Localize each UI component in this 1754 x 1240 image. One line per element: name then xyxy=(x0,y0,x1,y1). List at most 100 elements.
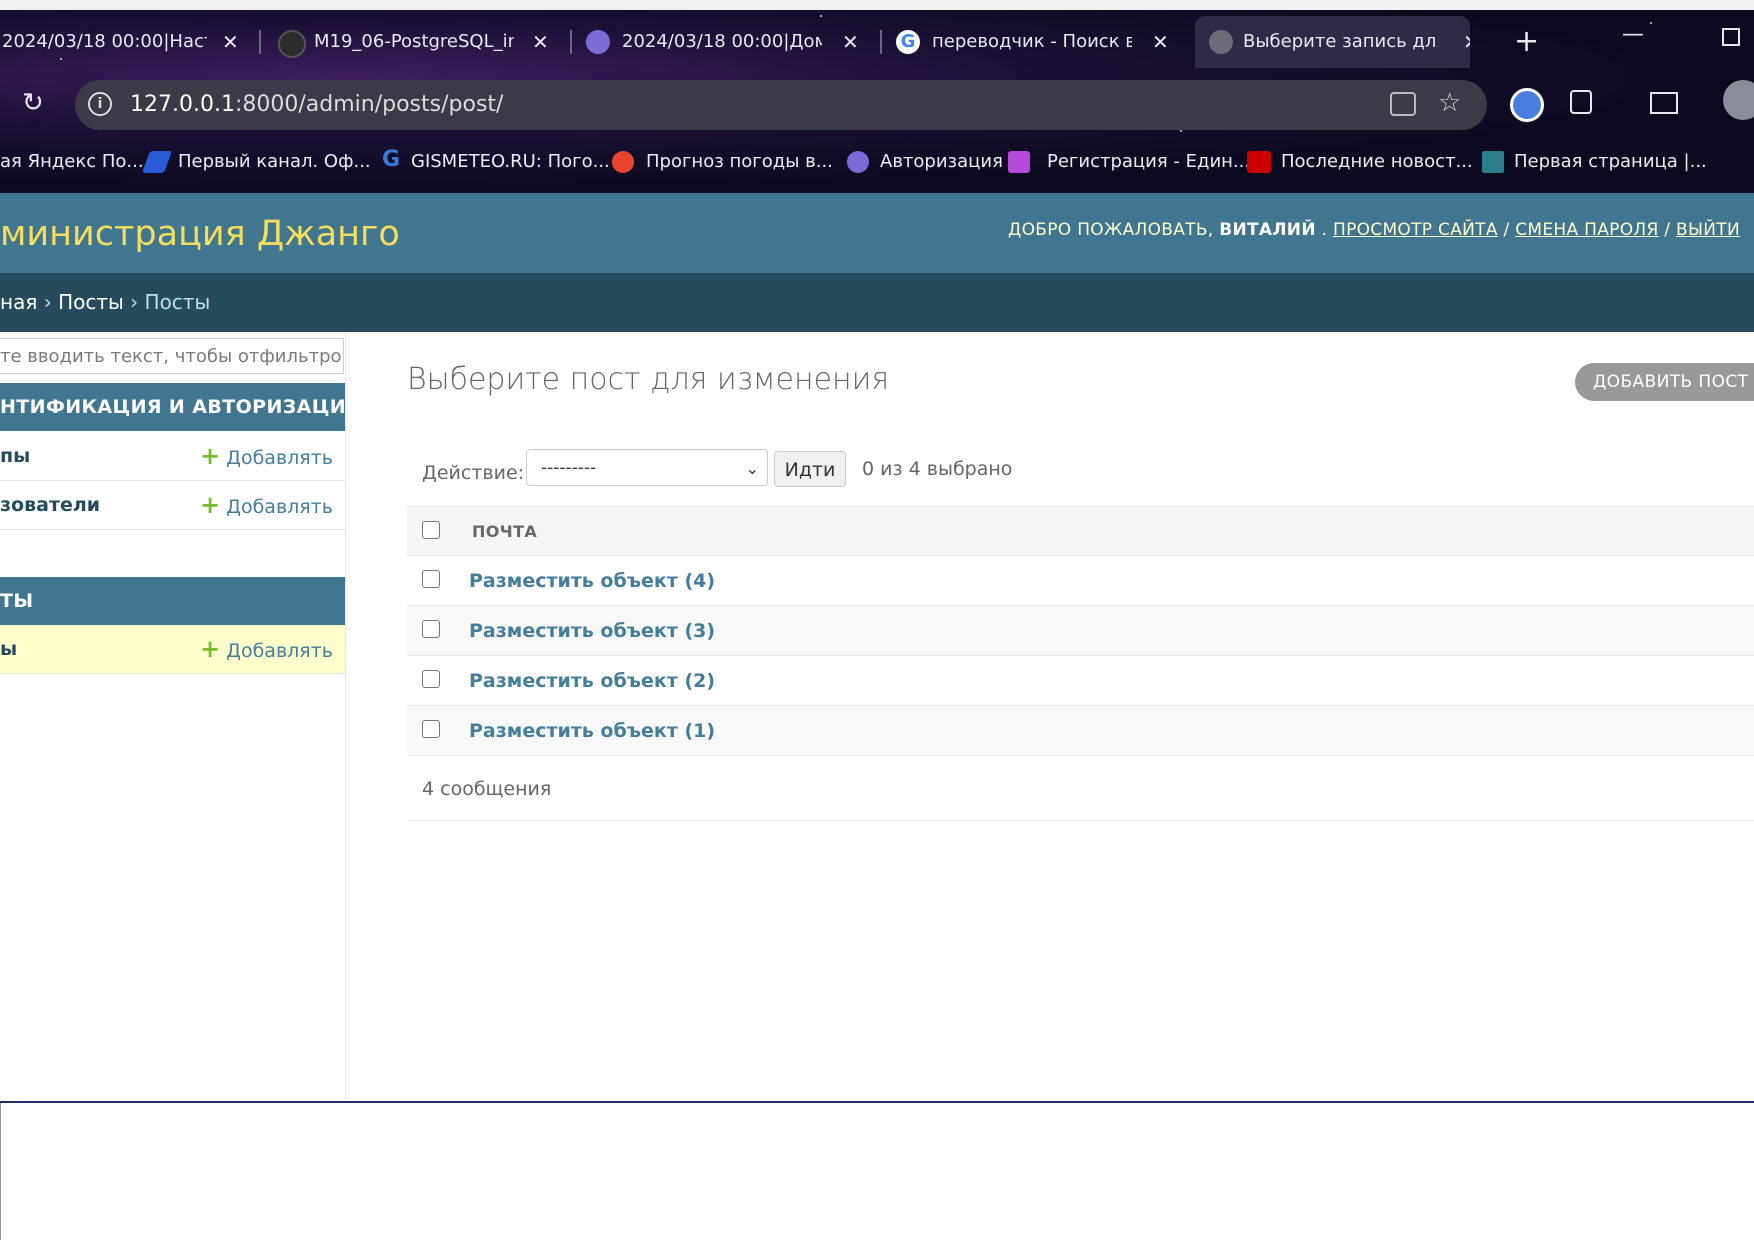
breadcrumb xyxy=(0,273,1754,332)
close-icon[interactable]: ✕ xyxy=(1463,20,1470,64)
add-post-button[interactable]: ДОБАВИТЬ ПОСТ + xyxy=(1575,363,1754,401)
module-caption-posts[interactable]: ТЫ xyxy=(0,577,345,625)
breadcrumb-current: Посты xyxy=(144,290,211,314)
bookmark-star-icon[interactable]: ☆ xyxy=(1438,88,1461,118)
plus-icon: + xyxy=(199,635,221,663)
minimize-icon[interactable]: — xyxy=(1622,22,1644,47)
site-branding[interactable]: министрация Джанго xyxy=(0,212,400,256)
bg-star xyxy=(820,15,822,17)
bookmark-yandex[interactable]: ая Яндекс По... xyxy=(0,144,144,180)
close-icon[interactable]: ✕ xyxy=(842,20,859,64)
tab-title: переводчик - Поиск в G xyxy=(932,31,1132,52)
translate-icon[interactable] xyxy=(1390,92,1416,116)
username: ВИТАЛИЙ xyxy=(1219,220,1316,240)
column-header-mail[interactable]: ПОЧТА xyxy=(472,522,537,541)
breadcrumb-app[interactable]: Посты xyxy=(58,290,124,314)
select-all-checkbox[interactable] xyxy=(422,521,440,539)
sidebar-item-groups[interactable]: пы + Добавлять xyxy=(0,432,345,481)
cnn-icon xyxy=(1247,151,1271,173)
tab-google-translate[interactable]: G переводчик - Поиск в G ✕ xyxy=(890,20,1190,64)
add-user-link[interactable]: + Добавлять xyxy=(200,481,333,532)
table-header xyxy=(407,506,1754,556)
sidebar-item-label[interactable]: зователи xyxy=(0,481,100,530)
tab-settings-date[interactable]: 2024/03/18 00:00|Настра ✕ xyxy=(0,20,252,64)
globe-icon xyxy=(1209,30,1233,54)
google-icon: G xyxy=(896,30,920,54)
logout-link[interactable]: ВЫЙТИ xyxy=(1676,220,1740,240)
gismeteo-icon: G xyxy=(382,147,401,172)
url-path: :8000/admin/posts/post/ xyxy=(234,92,504,117)
bookmark-latest-news[interactable]: Последние новост... xyxy=(1281,144,1473,180)
bookmark-registration[interactable]: Регистрация - Един... xyxy=(1047,144,1250,180)
row-link[interactable]: Разместить объект (4) xyxy=(469,570,715,592)
add-group-link[interactable]: + Добавлять xyxy=(200,432,333,483)
tab-title: M19_06-PostgreSQL_in_D xyxy=(314,31,514,52)
weather-icon xyxy=(612,151,634,173)
breadcrumb-separator: › xyxy=(43,290,52,314)
breadcrumb-separator: › xyxy=(130,290,139,314)
tab-github[interactable]: M19_06-PostgreSQL_in_D ✕ xyxy=(270,20,570,64)
row-link[interactable]: Разместить объект (2) xyxy=(469,670,715,692)
row-checkbox[interactable] xyxy=(422,620,440,638)
skillfactory-icon xyxy=(847,151,869,173)
nav-filter-input[interactable]: те вводить текст, чтобы отфильтров xyxy=(0,338,344,374)
sidebar-item-posts[interactable]: ы + Добавлять xyxy=(0,625,345,674)
row-checkbox[interactable] xyxy=(422,570,440,588)
bookmark-first-page[interactable]: Первая страница |... xyxy=(1514,144,1707,180)
bookmark-gismeteo[interactable]: GISMETEO.RU: Пого... xyxy=(411,144,610,180)
sidebar-item-users[interactable]: зователи + Добавлять xyxy=(0,481,345,530)
action-selected-value: --------- xyxy=(541,458,597,478)
add-label: Добавлять xyxy=(226,496,333,518)
avatar[interactable] xyxy=(1723,80,1754,120)
action-label: Действие: xyxy=(422,462,525,484)
add-post-link[interactable]: + Добавлять xyxy=(200,625,333,676)
sidebar-item-label[interactable]: пы xyxy=(0,432,30,481)
action-select[interactable]: --------- ⌄ xyxy=(526,449,768,486)
reading-list-icon[interactable] xyxy=(1650,92,1678,114)
add-post-label: ДОБАВИТЬ ПОСТ xyxy=(1593,372,1749,392)
site-info-icon[interactable]: i xyxy=(88,92,112,116)
add-label: Добавлять xyxy=(226,447,333,469)
skillfactory-icon xyxy=(586,30,610,54)
reload-icon[interactable]: ↻ xyxy=(22,88,44,118)
paginator-count: 4 сообщения xyxy=(422,778,552,800)
bg-star xyxy=(1650,22,1652,24)
module-caption-auth[interactable]: НТИФИКАЦИЯ И АВТОРИЗАЦИЯ xyxy=(0,383,345,431)
go-button[interactable]: Идти xyxy=(774,451,846,487)
extensions-puzzle-icon[interactable] xyxy=(1570,90,1592,114)
row-link[interactable]: Разместить объект (1) xyxy=(469,720,715,742)
sidebar-item-label[interactable]: ы xyxy=(0,625,17,674)
row-checkbox[interactable] xyxy=(422,720,440,738)
change-password-link[interactable]: СМЕНА ПАРОЛЯ xyxy=(1515,220,1658,240)
tab-django-admin[interactable]: Выберите запись для из ✕ xyxy=(1195,16,1470,68)
bg-star xyxy=(1180,130,1182,132)
tab-homework[interactable]: 2024/03/18 00:00|Домаш ✕ xyxy=(580,20,880,64)
first-channel-icon xyxy=(141,151,173,173)
bookmark-authorization[interactable]: Авторизация xyxy=(880,144,1003,180)
browser-chrome: 2024/03/18 00:00|Настра ✕ M19_06-Postgre… xyxy=(0,0,1754,193)
view-site-link[interactable]: ПРОСМОТР САЙТА xyxy=(1333,220,1498,240)
tab-separator xyxy=(259,30,261,54)
new-tab-button[interactable]: + xyxy=(1514,20,1539,64)
extension-translate-icon[interactable] xyxy=(1510,88,1544,122)
tab-title: 2024/03/18 00:00|Домаш xyxy=(622,31,822,52)
welcome-text: ДОБРО ПОЖАЛОВАТЬ, xyxy=(1008,220,1214,240)
restore-icon[interactable] xyxy=(1722,28,1740,46)
tab-separator xyxy=(570,30,572,54)
github-icon xyxy=(278,30,306,58)
breadcrumb-home[interactable]: ная xyxy=(0,290,37,314)
breadcrumb-trail: ная › Посты › Посты xyxy=(0,290,210,314)
url-text[interactable]: 127.0.0.1:8000/admin/posts/post/ xyxy=(130,80,503,130)
close-icon[interactable]: ✕ xyxy=(532,20,549,64)
close-icon[interactable]: ✕ xyxy=(1152,20,1169,64)
bookmark-weather-forecast[interactable]: Прогноз погоды в... xyxy=(646,144,833,180)
tab-title: Выберите запись для из xyxy=(1243,31,1438,52)
tab-separator xyxy=(880,30,882,54)
action-counter: 0 из 4 выбрано xyxy=(862,458,1013,480)
window-top-strip xyxy=(0,0,1754,10)
close-icon[interactable]: ✕ xyxy=(222,20,239,64)
row-checkbox[interactable] xyxy=(422,670,440,688)
bookmark-first-channel[interactable]: Первый канал. Оф... xyxy=(178,144,371,180)
empty-area xyxy=(0,1103,1754,1240)
row-link[interactable]: Разместить объект (3) xyxy=(469,620,715,642)
